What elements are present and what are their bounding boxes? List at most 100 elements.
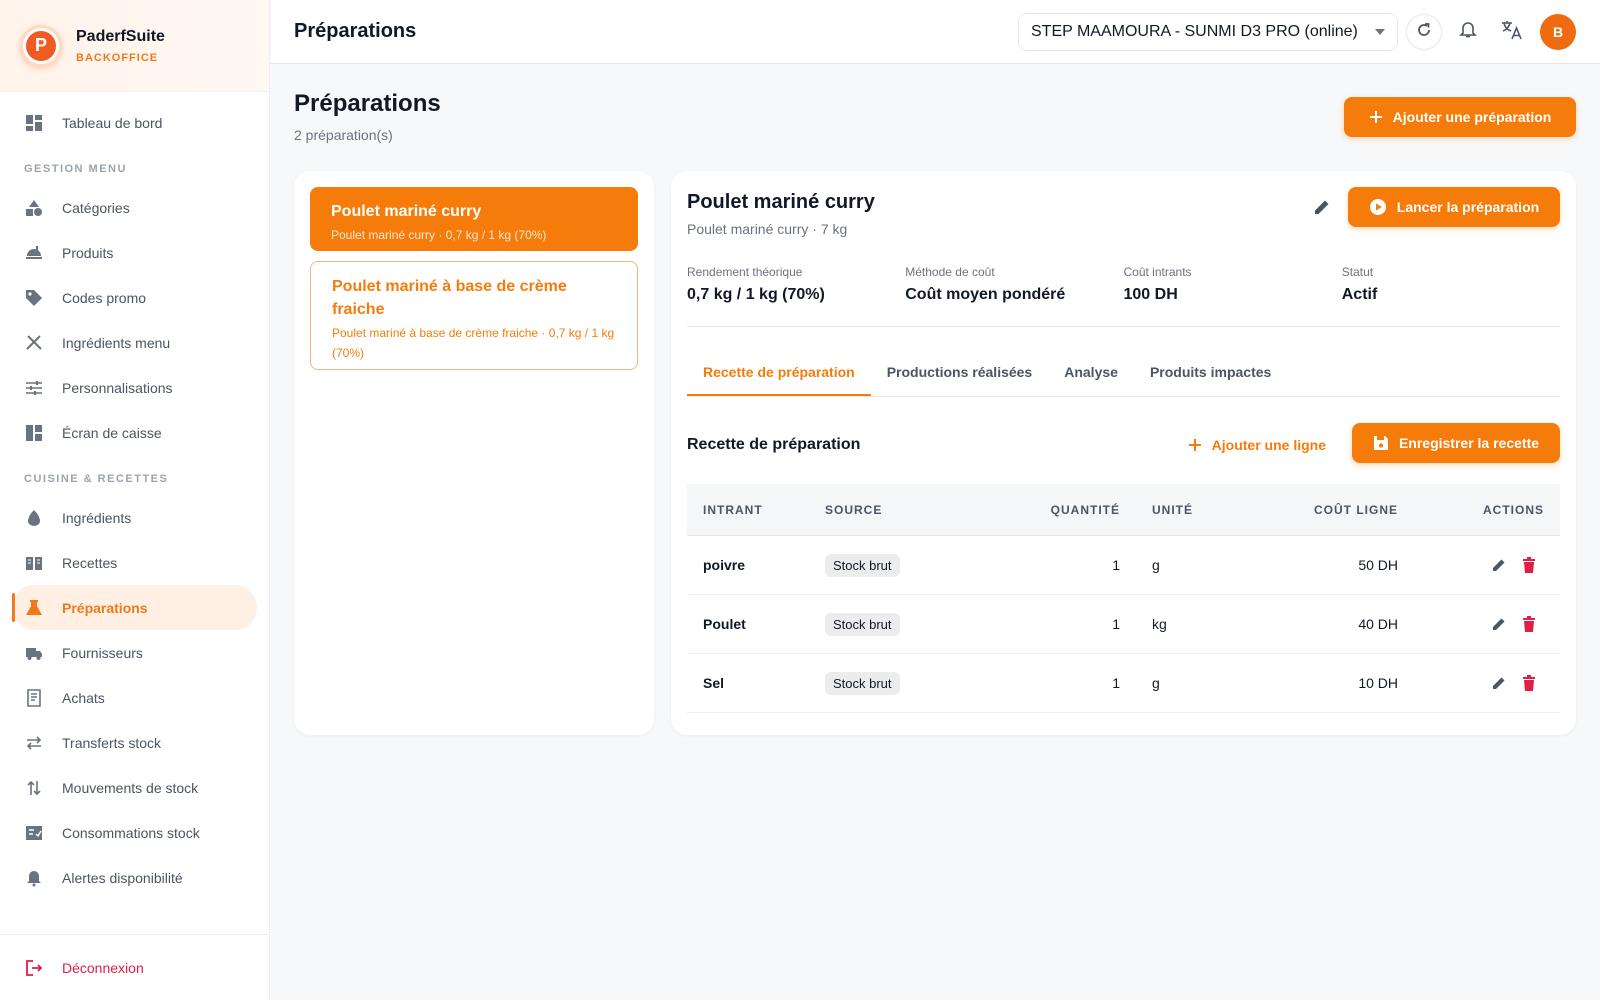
cell-quantity: 1 <box>1112 616 1120 632</box>
brand-name: PaderfSuite <box>76 27 165 45</box>
cell-intrant: Poulet <box>703 616 746 632</box>
alarm-icon <box>24 868 44 888</box>
delete-row-button[interactable] <box>1520 556 1538 574</box>
column-header: COÛT LIGNE <box>1314 502 1398 517</box>
list-item[interactable]: Poulet mariné curry Poulet mariné curry … <box>310 187 638 251</box>
table-row: poivre Stock brut 1 g 50 DH <box>687 536 1560 595</box>
sidebar-item-produits[interactable]: Produits <box>0 230 269 275</box>
tag-icon <box>24 288 44 308</box>
stats-row: Rendement théorique 0,7 kg / 1 kg (70%) … <box>687 265 1560 327</box>
column-header: INTRANT <box>703 502 763 517</box>
utensils-icon <box>24 333 44 353</box>
preparation-meta: Poulet mariné curry · 0,7 kg / 1 kg (70%… <box>331 228 547 242</box>
sidebar-item-transferts-stock[interactable]: Transferts stock <box>0 720 269 765</box>
sidebar-item-label: Alertes disponibilité <box>62 869 183 886</box>
cell-intrant: poivre <box>703 557 746 573</box>
sidebar-item-fournisseurs[interactable]: Fournisseurs <box>0 630 269 675</box>
truck-icon <box>24 643 44 663</box>
sidebar-item-label: Transferts stock <box>62 734 162 751</box>
logout-label: Déconnexion <box>62 959 144 976</box>
sidebar-item-codes-promo[interactable]: Codes promo <box>0 275 269 320</box>
chevron-down-icon <box>1375 29 1385 35</box>
top-header: Préparations STEP MAAMOURA - SUNMI D3 PR… <box>271 0 1600 64</box>
stat-statut: Statut Actif <box>1342 265 1560 326</box>
sidebar-item-label: Ingrédients menu <box>62 334 171 351</box>
tab-produits-impactes[interactable]: Produits impactes <box>1134 353 1287 396</box>
sidebar-item-label: Fournisseurs <box>62 644 143 661</box>
sidebar-item-label: Écran de caisse <box>62 424 162 441</box>
table-header: INTRANT SOURCE QUANTITÉ UNITÉ COÛT LIGNE… <box>687 484 1560 536</box>
brand: P PaderfSuite BACKOFFICE <box>0 0 269 92</box>
translate-icon <box>1501 20 1523 45</box>
sidebar-item-tableau-de-bord[interactable]: Tableau de bord <box>0 100 269 145</box>
nav-section-cuisine: CUISINE & RECETTES <box>24 473 169 485</box>
cell-cost: 10 DH <box>1358 675 1398 691</box>
launch-preparation-button[interactable]: Lancer la préparation <box>1348 187 1560 227</box>
sidebar-item-preparations[interactable]: Préparations <box>12 585 257 630</box>
cell-quantity: 1 <box>1112 675 1120 691</box>
sidebar-item-label: Préparations <box>62 599 148 616</box>
sidebar-item-categories[interactable]: Catégories <box>0 185 269 230</box>
plus-icon <box>1188 438 1202 452</box>
receipt-icon <box>24 688 44 708</box>
refresh-button[interactable] <box>1406 14 1442 50</box>
detail-title: Poulet mariné curry <box>687 191 875 213</box>
logout-button[interactable]: Déconnexion <box>0 934 269 1000</box>
sidebar-item-ingredients[interactable]: Ingrédients <box>0 495 269 540</box>
delete-row-button[interactable] <box>1520 674 1538 692</box>
pencil-icon <box>1493 618 1505 630</box>
edit-row-button[interactable] <box>1490 674 1508 692</box>
sidebar-item-ecran-de-caisse[interactable]: Écran de caisse <box>0 410 269 455</box>
sidebar-item-label: Produits <box>62 244 114 261</box>
refresh-icon <box>1416 22 1432 43</box>
pencil-icon <box>1493 677 1505 689</box>
sidebar-item-consommations-stock[interactable]: Consommations stock <box>0 810 269 855</box>
egg-icon <box>24 508 44 528</box>
checklist-icon <box>24 823 44 843</box>
avatar[interactable]: B <box>1540 14 1576 50</box>
cell-unit: g <box>1152 557 1160 573</box>
page-title: Préparations <box>294 90 441 117</box>
save-recipe-label: Enregistrer la recette <box>1398 435 1540 451</box>
sidebar-item-alertes-disponibilite[interactable]: Alertes disponibilité <box>0 855 269 900</box>
stat-label: Statut <box>1341 265 1374 279</box>
stat-value: Coût moyen pondéré <box>905 286 1066 303</box>
language-button[interactable] <box>1494 14 1530 50</box>
tab-productions[interactable]: Productions réalisées <box>871 353 1049 396</box>
sidebar-item-label: Tableau de bord <box>62 114 163 131</box>
sidebar-item-label: Codes promo <box>62 289 147 306</box>
edit-row-button[interactable] <box>1490 615 1508 633</box>
stat-value: 0,7 kg / 1 kg (70%) <box>687 286 825 303</box>
sidebar-item-recettes[interactable]: Recettes <box>0 540 269 585</box>
column-header: SOURCE <box>825 502 883 517</box>
table-row: Sel Stock brut 1 g 10 DH <box>687 654 1560 713</box>
delete-row-button[interactable] <box>1520 615 1538 633</box>
layout-icon <box>24 423 44 443</box>
sidebar-item-mouvements-de-stock[interactable]: Mouvements de stock <box>0 765 269 810</box>
nav-section-menu: GESTION MENU <box>24 163 127 175</box>
save-recipe-button[interactable]: Enregistrer la recette <box>1352 423 1560 463</box>
device-select[interactable]: STEP MAAMOURA - SUNMI D3 PRO (online) <box>1018 13 1398 51</box>
list-item[interactable]: Poulet mariné à base de crème fraiche Po… <box>310 261 638 370</box>
notifications-button[interactable] <box>1450 14 1486 50</box>
category-icon <box>24 198 44 218</box>
add-preparation-button[interactable]: Ajouter une préparation <box>1344 97 1576 137</box>
detail-tabs: Recette de préparation Productions réali… <box>687 353 1560 397</box>
cell-intrant: Sel <box>703 675 725 691</box>
edit-preparation-button[interactable] <box>1308 195 1336 223</box>
add-line-button[interactable]: Ajouter une ligne <box>1188 425 1326 465</box>
preparation-detail: Poulet mariné curry Poulet mariné curry … <box>671 171 1576 735</box>
dashboard-icon <box>24 113 44 133</box>
tab-analyse[interactable]: Analyse <box>1048 353 1134 396</box>
sidebar-item-ingredients-menu[interactable]: Ingrédients menu <box>0 320 269 365</box>
sidebar-item-achats[interactable]: Achats <box>0 675 269 720</box>
header-title: Préparations <box>294 20 417 42</box>
bell-icon <box>1459 21 1477 44</box>
stat-label: Méthode de coût <box>905 265 995 279</box>
tab-recette[interactable]: Recette de préparation <box>687 353 871 396</box>
cell-unit: kg <box>1152 616 1167 632</box>
edit-row-button[interactable] <box>1490 556 1508 574</box>
sidebar-item-personnalisations[interactable]: Personnalisations <box>0 365 269 410</box>
trash-icon <box>1523 616 1535 632</box>
column-header: QUANTITÉ <box>1050 502 1120 517</box>
